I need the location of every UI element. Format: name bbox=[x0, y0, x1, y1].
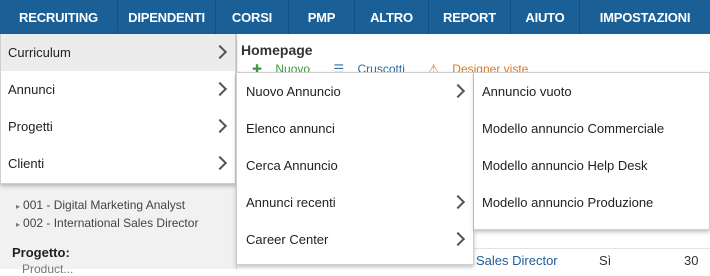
triangle-right-icon: ▸ bbox=[16, 220, 21, 229]
table-cell-number: 30 bbox=[684, 253, 699, 268]
annunci-submenu: Nuovo Annuncio Elenco annunci Cerca Annu… bbox=[236, 72, 474, 265]
nav-item-altro[interactable]: ALTRO bbox=[355, 0, 429, 34]
triangle-right-icon: ▸ bbox=[16, 202, 21, 211]
menu-item-label: Nuovo Annuncio bbox=[246, 84, 341, 99]
page-title: Homepage bbox=[241, 42, 313, 58]
nav-item-impostazioni[interactable]: IMPOSTAZIONI bbox=[580, 0, 710, 34]
menu-item-elenco-annunci[interactable]: Elenco annunci bbox=[237, 110, 473, 147]
menu-item-annuncio-vuoto[interactable]: Annuncio vuoto bbox=[474, 73, 709, 110]
table-cell-job-link[interactable]: Sales Director bbox=[476, 253, 558, 268]
recent-job-item[interactable]: ▸ 001 - Digital Marketing Analyst bbox=[16, 196, 198, 214]
recruiting-dropdown-menu: Curriculum Annunci Progetti Clienti bbox=[0, 34, 236, 184]
project-sub-label: Product... bbox=[22, 262, 74, 276]
menu-item-clienti[interactable]: Clienti bbox=[1, 145, 235, 182]
nav-item-recruiting[interactable]: RECRUITING bbox=[0, 0, 118, 34]
menu-item-label: Progetti bbox=[8, 119, 53, 134]
nuovo-annuncio-submenu: Annuncio vuoto Modello annuncio Commerci… bbox=[474, 72, 710, 230]
menu-item-label: Modello annuncio Help Desk bbox=[482, 158, 648, 173]
project-label: Progetto: bbox=[12, 245, 70, 260]
menu-item-label: Career Center bbox=[246, 232, 329, 247]
chevron-right-icon bbox=[212, 118, 228, 134]
chevron-right-icon bbox=[212, 155, 228, 171]
table-row: Sales Director Sì 30 bbox=[474, 248, 710, 270]
table-cell-flag: Sì bbox=[599, 253, 612, 268]
nav-item-aiuto[interactable]: AIUTO bbox=[511, 0, 580, 34]
chevron-right-icon bbox=[450, 83, 466, 99]
menu-item-curriculum[interactable]: Curriculum bbox=[1, 34, 235, 71]
menu-item-label: Annuncio vuoto bbox=[482, 84, 572, 99]
menu-item-annunci-recenti[interactable]: Annunci recenti bbox=[237, 184, 473, 221]
menu-item-progetti[interactable]: Progetti bbox=[1, 108, 235, 145]
top-navigation-bar: RECRUITING DIPENDENTI CORSI PMP ALTRO RE… bbox=[0, 0, 710, 34]
chevron-right-icon bbox=[450, 231, 466, 247]
menu-item-annunci[interactable]: Annunci bbox=[1, 71, 235, 108]
menu-item-modello-help-desk[interactable]: Modello annuncio Help Desk bbox=[474, 147, 709, 184]
menu-item-career-center[interactable]: Career Center bbox=[237, 221, 473, 258]
recent-job-label: 002 - International Sales Director bbox=[23, 216, 199, 230]
nav-item-dipendenti[interactable]: DIPENDENTI bbox=[118, 0, 216, 34]
menu-item-nuovo-annuncio[interactable]: Nuovo Annuncio bbox=[237, 73, 473, 110]
menu-item-label: Modello annuncio Commerciale bbox=[482, 121, 665, 136]
recent-jobs-list: ▸ 001 - Digital Marketing Analyst ▸ 002 - … bbox=[16, 196, 198, 232]
menu-item-label: Curriculum bbox=[8, 45, 71, 60]
menu-item-modello-commerciale[interactable]: Modello annuncio Commerciale bbox=[474, 110, 709, 147]
nav-item-corsi[interactable]: CORSI bbox=[216, 0, 289, 34]
chevron-right-icon bbox=[212, 81, 228, 97]
menu-item-label: Annunci bbox=[8, 82, 55, 97]
recent-job-label: 001 - Digital Marketing Analyst bbox=[23, 198, 186, 212]
chevron-right-icon bbox=[212, 44, 228, 60]
chevron-right-icon bbox=[450, 194, 466, 210]
nav-item-report[interactable]: REPORT bbox=[429, 0, 511, 34]
menu-item-modello-produzione[interactable]: Modello annuncio Produzione bbox=[474, 184, 709, 221]
menu-item-label: Elenco annunci bbox=[246, 121, 335, 136]
menu-item-label: Annunci recenti bbox=[246, 195, 336, 210]
menu-item-cerca-annuncio[interactable]: Cerca Annuncio bbox=[237, 147, 473, 184]
menu-item-label: Clienti bbox=[8, 156, 45, 171]
recent-job-item[interactable]: ▸ 002 - International Sales Director bbox=[16, 214, 198, 232]
menu-item-label: Cerca Annuncio bbox=[246, 158, 338, 173]
menu-item-label: Modello annuncio Produzione bbox=[482, 195, 654, 210]
nav-item-pmp[interactable]: PMP bbox=[289, 0, 355, 34]
